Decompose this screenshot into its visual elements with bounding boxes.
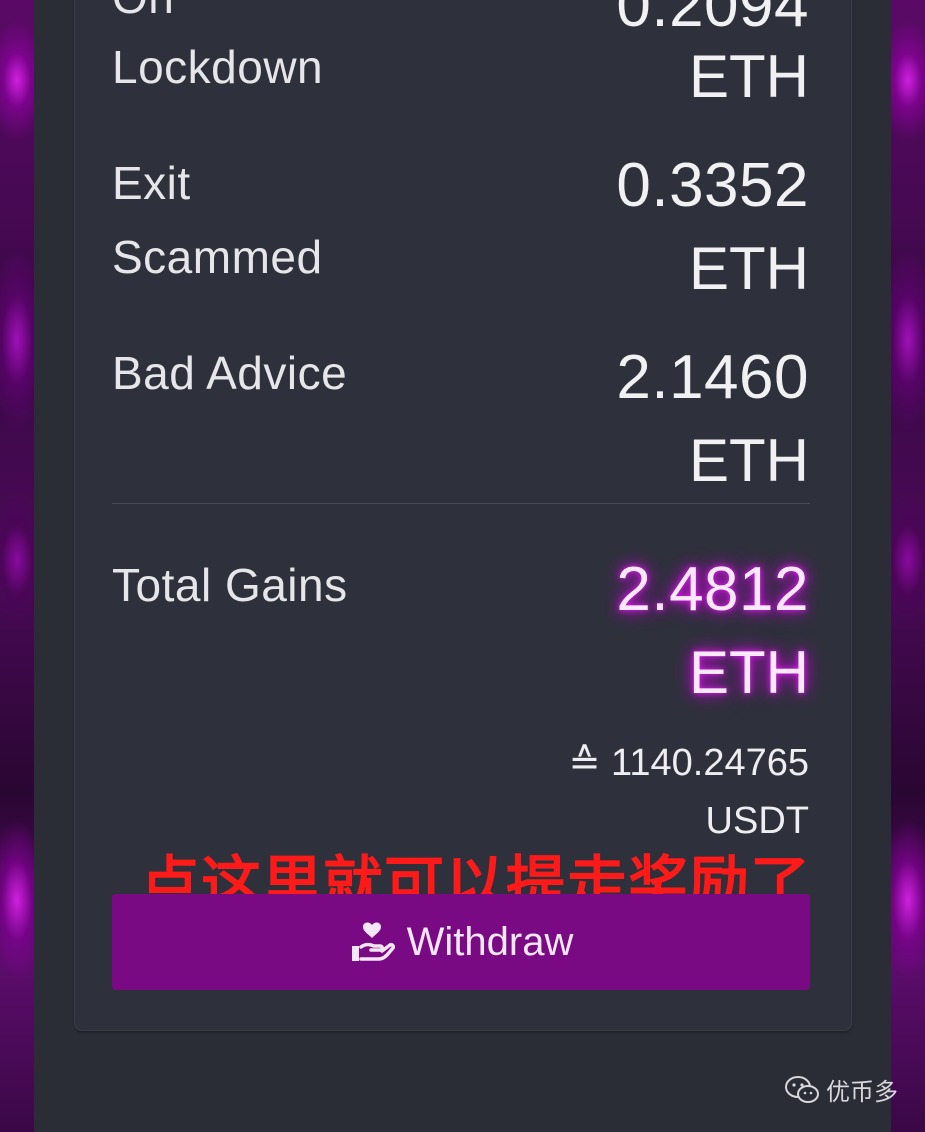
total-gains-unit: ETH [689,639,809,706]
watermark: 优币多 [784,1072,898,1107]
left-glow-border [0,0,34,1132]
row-value-exit-scammed: 0.3352 [616,151,809,220]
withdraw-button[interactable]: Withdraw [112,894,810,990]
divider [112,503,810,504]
hand-heart-icon [349,919,395,965]
row-label-exit: Exit [112,157,191,209]
right-glow-border [891,0,925,1132]
row-value-bad-advice: 2.1460 [616,343,809,412]
row-unit-exit-scammed: ETH [689,235,809,302]
row-value-lockdown: 0.2094 [616,0,809,40]
total-gains-value: 2.4812 [616,555,809,624]
row-label-scammed: Scammed [112,231,323,283]
row-label-bad-advice: Bad Advice [112,347,348,399]
wechat-icon [784,1075,820,1105]
row-label-lockdown: Lockdown [112,41,324,93]
row-label-on: On [112,0,174,24]
row-unit-bad-advice: ETH [689,427,809,494]
watermark-text: 优币多 [826,1078,898,1106]
withdraw-button-label: Withdraw [406,919,574,964]
row-unit-lockdown: ETH [689,43,809,110]
total-gains-label: Total Gains [112,559,348,611]
usdt-equivalent-value: ≙ 1140.24765 [568,742,809,784]
